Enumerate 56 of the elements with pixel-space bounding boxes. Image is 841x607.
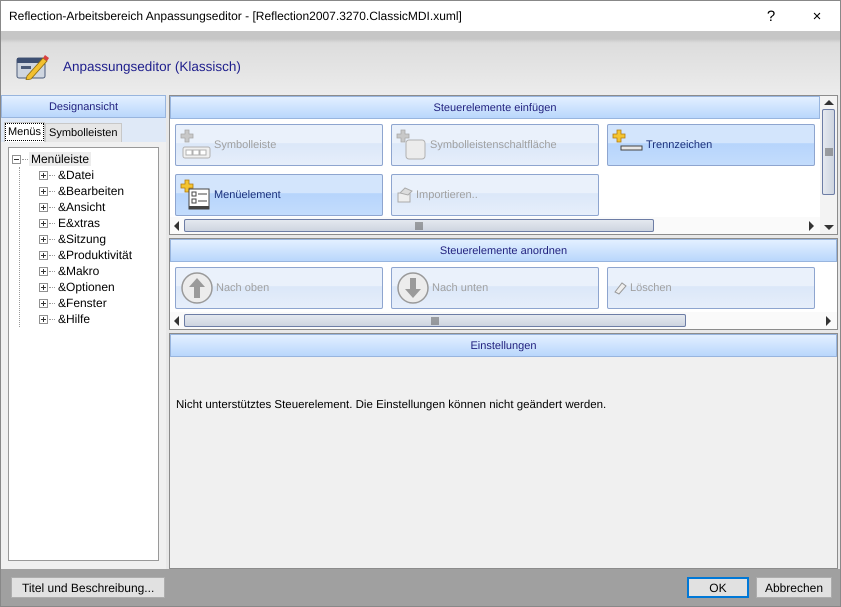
add-toolbar-icon [180, 129, 212, 161]
import-icon [396, 186, 414, 204]
expand-toggle-icon[interactable] [39, 282, 48, 292]
tree-item[interactable]: &Ansicht [56, 200, 108, 214]
tree-item[interactable]: &Sitzung [56, 232, 108, 246]
collapse-toggle-icon[interactable] [12, 154, 21, 164]
editor-pencil-icon [15, 52, 49, 80]
scroll-left-icon [173, 316, 181, 326]
scroll-right-icon [824, 316, 832, 326]
scroll-up-icon [824, 99, 834, 106]
help-button[interactable]: ? [748, 1, 794, 31]
dialog-button[interactable]: Abbrechen [756, 577, 832, 598]
tab[interactable]: Menüs [4, 122, 46, 142]
control-button[interactable]: Trennzeichen [607, 124, 815, 166]
scroll-right-icon [807, 220, 815, 230]
settings-message: Nicht unterstütztes Steuerelement. Die Einstellungen können nicht geändert werden. [175, 398, 608, 411]
grip-icon [415, 222, 423, 230]
panel-header: Designansicht [1, 95, 166, 118]
tree-item[interactable]: E&xtras [56, 216, 102, 230]
editor-title: Anpassungseditor (Klassisch) [63, 58, 241, 74]
add-menu-item-icon [180, 179, 212, 211]
close-button[interactable]: × [794, 1, 840, 31]
add-button-icon [396, 129, 428, 161]
horizontal-scrollbar[interactable] [170, 217, 820, 234]
tree-item[interactable]: &Hilfe [56, 312, 92, 326]
tab[interactable]: Symbolleisten [45, 123, 122, 142]
expand-toggle-icon[interactable] [39, 234, 48, 244]
grip-icon [824, 148, 832, 156]
expand-toggle-icon[interactable] [39, 298, 48, 308]
control-button[interactable]: Menüelement [175, 174, 383, 216]
window-title: Reflection-Arbeitsbereich Anpassungseditor - [Reflection2007.3270.ClassicMDI.xuml] [9, 9, 463, 23]
vertical-scrollbar[interactable] [820, 96, 837, 234]
grip-icon [431, 316, 439, 324]
expand-toggle-icon[interactable] [39, 266, 48, 276]
tree-item[interactable]: &Optionen [56, 280, 117, 294]
expand-toggle-icon[interactable] [39, 202, 48, 212]
tree-item[interactable]: &Bearbeiten [56, 184, 126, 198]
eraser-icon [612, 280, 628, 296]
scroll-left-icon [173, 220, 181, 230]
tree-item[interactable]: &Makro [56, 264, 102, 278]
section-header: Einstellungen [170, 334, 837, 357]
expand-toggle-icon[interactable] [39, 218, 48, 228]
tree-item[interactable]: Menüleiste [29, 152, 92, 166]
tree-item[interactable]: &Produktivität [56, 248, 134, 262]
expand-toggle-icon[interactable] [39, 250, 48, 260]
expand-toggle-icon[interactable] [39, 170, 48, 180]
tree-item[interactable]: &Datei [56, 168, 96, 182]
tree-item[interactable]: &Fenster [56, 296, 109, 310]
scroll-down-icon [824, 224, 834, 231]
section-header: Steuerelemente einfügen [170, 96, 820, 119]
title-description-button[interactable]: Titel und Beschreibung... [11, 577, 166, 598]
dialog-button[interactable]: OK [686, 577, 749, 598]
section-header: Steuerelemente anordnen [170, 239, 837, 262]
expand-toggle-icon[interactable] [39, 314, 48, 324]
expand-toggle-icon[interactable] [39, 186, 48, 196]
horizontal-scrollbar[interactable] [170, 312, 837, 329]
